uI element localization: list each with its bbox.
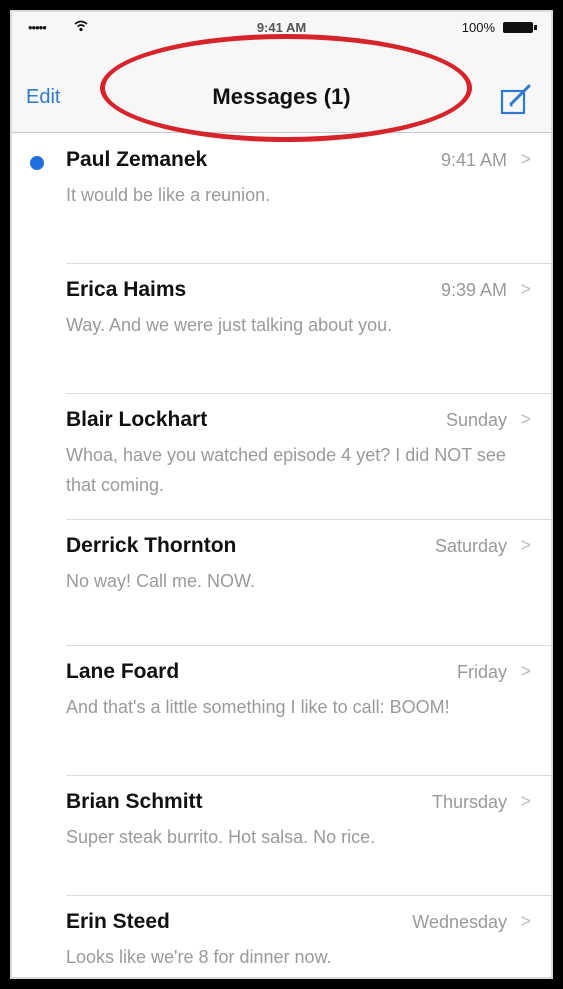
message-preview: No way! Call me. NOW.	[66, 571, 256, 591]
message-preview: Super steak burrito. Hot salsa. No rice.	[66, 827, 376, 847]
message-preview: It would be like a reunion.	[66, 185, 271, 205]
message-row[interactable]: Erin Steed Wednesday > Looks like we're 8 f…	[12, 896, 551, 977]
message-sender: Erica Haims	[66, 278, 187, 301]
message-sender: Derrick Thornton	[66, 534, 237, 557]
message-date: Wednesday	[412, 912, 507, 932]
message-row[interactable]: Lane Foard Friday > And that's a little som…	[12, 646, 551, 776]
chevron-right-icon: >	[520, 791, 531, 811]
message-date: Sunday	[445, 410, 507, 430]
message-sender: Blair Lockhart	[66, 408, 208, 431]
message-sender: Lane Foard	[66, 660, 180, 683]
navigation-bar: Edit Messages (1)	[12, 42, 551, 133]
unread-dot	[30, 156, 44, 170]
chevron-right-icon: >	[520, 149, 531, 169]
page-title: Messages (1)	[212, 84, 351, 109]
chevron-right-icon: >	[520, 409, 531, 429]
battery-icon	[503, 22, 537, 33]
compose-icon	[500, 84, 531, 115]
message-date: Friday	[456, 662, 507, 682]
battery-percent: 100%	[461, 20, 495, 35]
chevron-right-icon: >	[520, 911, 531, 931]
message-list: Paul Zemanek 9:41 AM > It would be like a r…	[12, 134, 551, 977]
message-date: Thursday	[431, 792, 507, 812]
message-date: 9:41 AM	[440, 150, 507, 170]
message-sender: Erin Steed	[66, 910, 170, 933]
status-bar: ••••• 9:41 AM 100%	[12, 12, 551, 42]
chevron-right-icon: >	[520, 661, 531, 681]
chevron-right-icon: >	[520, 279, 531, 299]
message-date: Saturday	[434, 536, 507, 556]
message-preview: Whoa, have you watched episode 4 yet? I …	[66, 445, 506, 495]
message-row[interactable]: Blair Lockhart Sunday > Whoa, have you watc…	[12, 394, 551, 520]
message-preview: And that's a little something I like to …	[66, 697, 450, 717]
message-preview: Looks like we're 8 for dinner now.	[66, 947, 332, 967]
message-row[interactable]: Brian Schmitt Thursday > Super steak burrit…	[12, 776, 551, 896]
message-row[interactable]: Derrick Thornton Saturday > No way! Call me…	[12, 520, 551, 646]
message-sender: Paul Zemanek	[66, 148, 208, 171]
message-sender: Brian Schmitt	[66, 790, 203, 813]
phone-frame: ••••• 9:41 AM 100% Edit Messages (1) Pau…	[0, 0, 563, 989]
compose-button[interactable]	[499, 82, 533, 116]
message-row[interactable]: Paul Zemanek 9:41 AM > It would be like a r…	[12, 134, 551, 264]
message-date: 9:39 AM	[440, 280, 507, 300]
chevron-right-icon: >	[520, 535, 531, 555]
message-row[interactable]: Erica Haims 9:39 AM > Way. And we were just…	[12, 264, 551, 394]
message-preview: Way. And we were just talking about you.	[66, 315, 393, 335]
phone-screen: ••••• 9:41 AM 100% Edit Messages (1) Pau…	[10, 10, 553, 979]
